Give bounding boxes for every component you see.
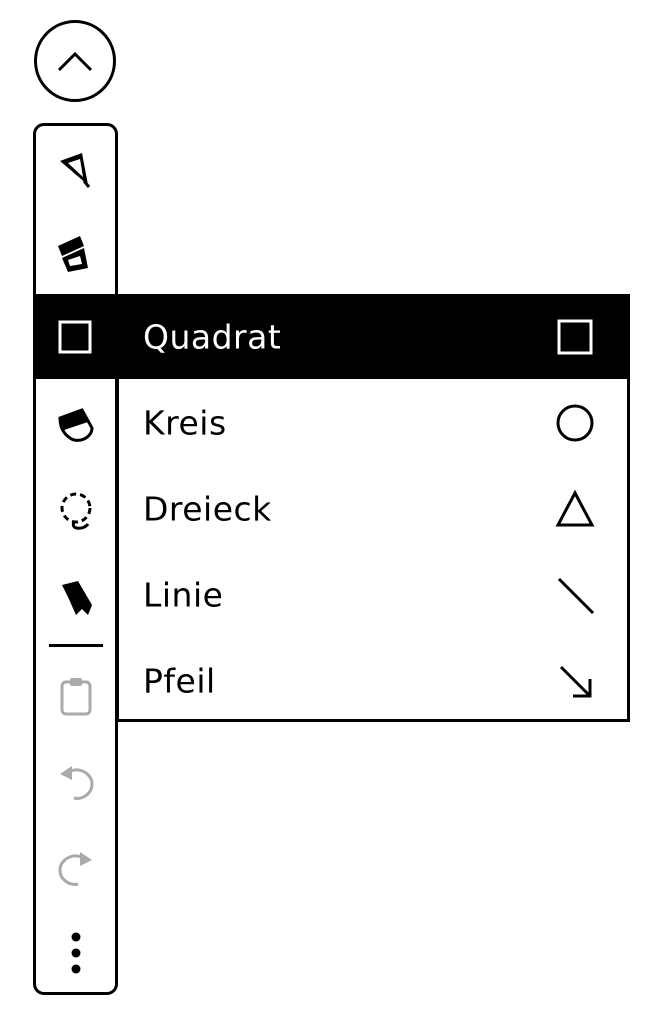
pointer-icon [61, 581, 92, 615]
menu-item-label: Linie [143, 575, 224, 615]
paste-tool-button[interactable] [36, 653, 115, 739]
more-options-button[interactable] [36, 910, 115, 996]
more-vertical-icon [71, 932, 80, 974]
menu-item-label: Quadrat [143, 317, 282, 357]
menu-item-label: Dreieck [143, 489, 272, 529]
menu-item-quadrat[interactable]: Quadrat [116, 294, 630, 380]
shape-tool-button[interactable] [58, 320, 92, 358]
highlighter-tool-button[interactable] [36, 211, 115, 297]
square-icon [58, 320, 92, 354]
eraser-tool-button[interactable] [36, 383, 115, 469]
undo-icon [59, 766, 94, 800]
redo-icon [57, 852, 92, 886]
arrow-icon [559, 665, 592, 698]
pointer-tool-button[interactable] [36, 554, 115, 640]
undo-tool-button[interactable] [36, 739, 115, 825]
collapse-toolbar-button[interactable] [34, 20, 116, 102]
clipboard-icon [60, 678, 91, 716]
line-icon [557, 577, 595, 615]
lasso-icon [60, 492, 91, 530]
highlighter-icon [57, 236, 88, 272]
eraser-icon [57, 408, 94, 442]
menu-item-dreieck[interactable]: Dreieck [116, 466, 630, 552]
triangle-icon [555, 489, 595, 527]
menu-item-label: Kreis [143, 403, 227, 443]
drawing-toolbar-screen: Quadrat Kreis Dreieck Linie Pfeil [0, 0, 657, 1011]
lasso-tool-button[interactable] [36, 469, 115, 555]
menu-item-label: Pfeil [143, 661, 216, 701]
circle-icon [556, 404, 594, 442]
pen-icon [59, 153, 90, 188]
pen-tool-button[interactable] [36, 126, 115, 212]
square-icon [557, 319, 593, 355]
menu-item-pfeil[interactable]: Pfeil [116, 638, 630, 724]
menu-item-kreis[interactable]: Kreis [116, 380, 630, 466]
tool-sidebar [33, 123, 118, 995]
redo-tool-button[interactable] [36, 825, 115, 911]
menu-item-linie[interactable]: Linie [116, 552, 630, 638]
toolbar-divider [49, 644, 103, 647]
chevron-up-icon [57, 51, 93, 72]
